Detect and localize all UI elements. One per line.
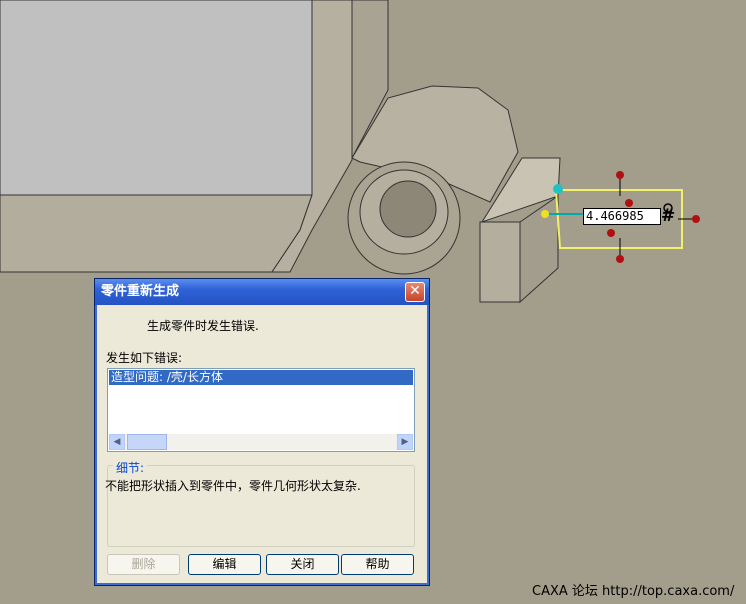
handle-bottom-inner[interactable] [607,229,615,237]
watermark: CAXA 论坛 http://top.caxa.com/ [532,584,735,599]
handle-yellow[interactable] [541,210,549,218]
error-message: 生成零件时发生错误. [147,319,259,333]
dimension-lock-symbol[interactable]: # [661,206,675,226]
dialog-title: 零件重新生成 [95,279,429,305]
delete-button[interactable]: 删除 [107,554,180,575]
handle-anchor[interactable] [553,184,563,194]
cylinder-hole [379,180,437,238]
dimension-value-input[interactable]: 4.466985 [583,208,661,225]
edit-button[interactable]: 编辑 [188,554,261,575]
close-icon[interactable]: ✕ [405,282,425,302]
plate-left-face [0,0,313,196]
box-side-face [519,195,559,304]
horizontal-scrollbar[interactable]: ◀ ▶ [109,434,413,450]
handle-right[interactable] [692,215,700,223]
handle-bottom[interactable] [616,255,624,263]
plate-bottom-lip [0,194,313,273]
scroll-left-icon[interactable]: ◀ [109,434,125,450]
help-button[interactable]: 帮助 [341,554,414,575]
regenerate-part-dialog: 零件重新生成 ✕ 生成零件时发生错误. 发生如下错误: 造型问题: /壳/长方体… [94,278,430,586]
handle-top-inner[interactable] [625,199,633,207]
error-list-label: 发生如下错误: [106,351,183,365]
error-list[interactable]: 造型问题: /壳/长方体 ◀ ▶ [107,368,415,452]
box-front-face [479,221,521,303]
details-text: 不能把形状插入到零件中，零件几何形状太复杂. [105,479,361,493]
error-list-item[interactable]: 造型问题: /壳/长方体 [109,370,413,385]
details-label: 细节: [113,459,148,476]
scroll-right-icon[interactable]: ▶ [397,434,413,450]
handle-top[interactable] [616,171,624,179]
close-button[interactable]: 关闭 [266,554,339,575]
scroll-thumb[interactable] [127,434,167,450]
